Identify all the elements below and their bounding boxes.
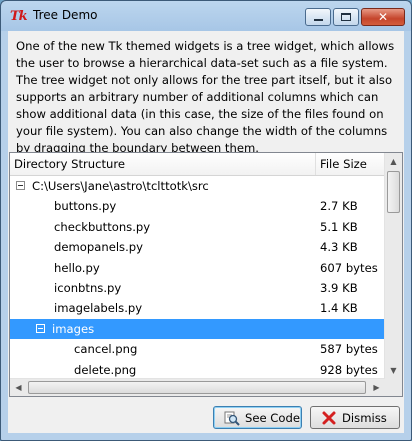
scroll-right-arrow-icon[interactable]: ▶ (368, 379, 385, 396)
see-code-button[interactable]: See Code (213, 406, 302, 429)
scrollbar-corner (385, 379, 402, 396)
dialog-body: One of the new Tk themed widgets is a tr… (8, 31, 404, 433)
magnifier-icon (224, 411, 240, 426)
tree-row[interactable]: images (10, 318, 385, 340)
tree-item-name: cancel.png (74, 342, 138, 357)
tree-row[interactable]: C:\Users\Jane\astro\tclttotk\src (10, 176, 385, 196)
tree-item-name: demopanels.py (54, 240, 143, 255)
collapse-toggle-icon[interactable] (36, 323, 45, 333)
tree-row[interactable]: demopanels.py 4.3 KB (10, 237, 385, 257)
tree-item-size: 3.9 KB (320, 280, 358, 295)
tree-row[interactable]: iconbtns.py 3.9 KB (10, 278, 385, 298)
horizontal-scroll-thumb[interactable] (28, 381, 366, 394)
close-button[interactable]: ✕ (361, 8, 405, 26)
tree-row[interactable]: cancel.png 587 bytes (10, 339, 385, 359)
vertical-scrollbar[interactable]: ▲ ▼ (384, 153, 402, 379)
horizontal-scrollbar[interactable]: ◀ ▶ (10, 378, 385, 396)
vertical-scroll-thumb[interactable] (387, 171, 400, 213)
maximize-icon (341, 13, 351, 21)
app-window: Tk Tree Demo ✕ One of the new Tk themed … (0, 0, 412, 441)
column-header-file-size[interactable]: File Size (320, 157, 367, 171)
tree-item-name: C:\Users\Jane\astro\tclttotk\src (32, 179, 209, 193)
tree-row[interactable]: delete.png 928 bytes (10, 360, 385, 380)
tree-row[interactable]: hello.py 607 bytes (10, 258, 385, 278)
dismiss-button[interactable]: Dismiss (310, 406, 400, 429)
tree-item-name: images (52, 321, 95, 336)
tk-app-icon: Tk (10, 9, 28, 24)
tree-item-size: 928 bytes (320, 362, 378, 377)
tree-rows: C:\Users\Jane\astro\tclttotk\src buttons.… (10, 176, 385, 380)
description-text: One of the new Tk themed widgets is a tr… (16, 39, 395, 155)
tree-item-size: 2.7 KB (320, 199, 358, 214)
see-code-label: See Code (245, 411, 300, 425)
column-separator[interactable] (315, 153, 316, 175)
window-title: Tree Demo (33, 8, 98, 22)
collapse-toggle-icon[interactable] (16, 181, 25, 190)
tree-item-size: 5.1 KB (320, 219, 358, 234)
tree-item-size: 607 bytes (320, 260, 378, 275)
tree-item-name: iconbtns.py (54, 280, 122, 295)
red-x-icon (322, 411, 336, 425)
minimize-button[interactable] (305, 8, 331, 26)
tree-item-name: imagelabels.py (54, 301, 143, 316)
tree-item-size: 587 bytes (320, 342, 378, 357)
tree-item-name: hello.py (54, 260, 100, 275)
tree-row[interactable]: imagelabels.py 1.4 KB (10, 298, 385, 318)
maximize-button[interactable] (333, 8, 359, 26)
tree-row[interactable]: buttons.py 2.7 KB (10, 196, 385, 216)
tree-item-size: 4.3 KB (320, 240, 358, 255)
scroll-down-arrow-icon[interactable]: ▼ (385, 362, 402, 379)
minimize-icon (314, 19, 323, 21)
dismiss-label: Dismiss (342, 411, 387, 425)
scroll-left-arrow-icon[interactable]: ◀ (10, 379, 27, 396)
close-icon: ✕ (377, 10, 389, 24)
title-bar[interactable]: Tk Tree Demo ✕ (1, 1, 411, 31)
tree-view[interactable]: Directory Structure File Size C:\Users\J… (9, 152, 403, 397)
tree-item-name: checkbuttons.py (54, 219, 151, 234)
column-header-directory[interactable]: Directory Structure (14, 157, 125, 171)
scroll-up-arrow-icon[interactable]: ▲ (385, 153, 402, 170)
tree-item-name: buttons.py (54, 199, 117, 214)
tree-row[interactable]: checkbuttons.py 5.1 KB (10, 217, 385, 237)
tree-item-size: 1.4 KB (320, 301, 358, 316)
tree-header: Directory Structure File Size (10, 153, 385, 176)
tree-item-name: delete.png (74, 362, 137, 377)
